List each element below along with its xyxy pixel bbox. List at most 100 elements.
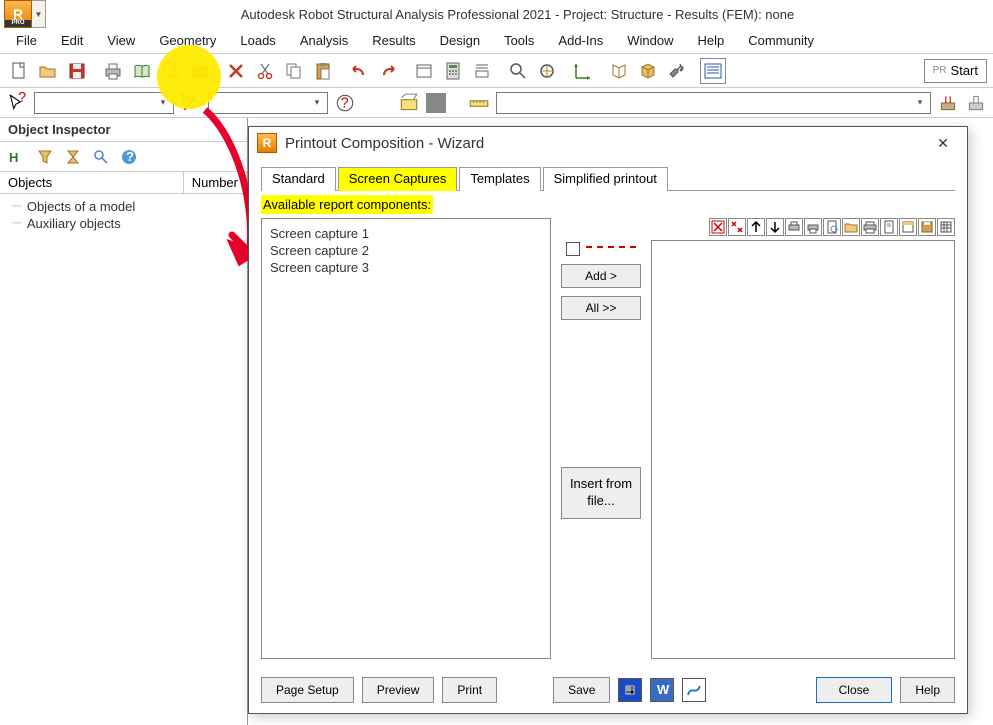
menu-analysis[interactable]: Analysis [288, 30, 360, 51]
book-icon[interactable] [129, 58, 155, 84]
tab-simplified[interactable]: Simplified printout [543, 167, 668, 191]
undo-icon[interactable] [346, 58, 372, 84]
bar-selection-icon[interactable] [180, 92, 202, 114]
help-button[interactable]: Help [900, 677, 955, 703]
table-icon[interactable] [937, 218, 955, 236]
paste-icon[interactable] [310, 58, 336, 84]
copy-icon[interactable] [281, 58, 307, 84]
preview-page-icon[interactable] [823, 218, 841, 236]
close-button[interactable]: Close [816, 677, 893, 703]
menu-loads[interactable]: Loads [228, 30, 287, 51]
list-item[interactable]: Screen capture 3 [270, 259, 542, 276]
wrench-icon[interactable] [664, 58, 690, 84]
tab-screen-captures[interactable]: Screen Captures [338, 167, 458, 191]
print-icon[interactable] [100, 58, 126, 84]
menu-help[interactable]: Help [685, 30, 736, 51]
selected-components-list[interactable] [651, 240, 955, 659]
add-button[interactable]: Add > [561, 264, 641, 288]
menu-file[interactable]: File [4, 30, 49, 51]
page-setup-button[interactable]: Page Setup [261, 677, 354, 703]
selection-combo-1[interactable]: ▾ [34, 92, 174, 114]
save-icon[interactable] [64, 58, 90, 84]
selection-toolbar: ? ▾ ▾ ? ▾ [0, 88, 993, 118]
tool-b-icon[interactable] [965, 92, 987, 114]
title-dropdown[interactable]: ▼ [32, 0, 46, 28]
print-icon[interactable] [785, 218, 803, 236]
save-button[interactable]: Save [553, 677, 610, 703]
disk-icon[interactable] [918, 218, 936, 236]
axis-icon[interactable] [570, 58, 596, 84]
remove-all-icon[interactable] [728, 218, 746, 236]
structure-icon[interactable] [606, 58, 632, 84]
all-button[interactable]: All >> [561, 296, 641, 320]
section-icon[interactable]: ? [334, 92, 356, 114]
remove-icon[interactable] [709, 218, 727, 236]
tab-standard[interactable]: Standard [261, 167, 336, 191]
list-icon[interactable] [700, 58, 726, 84]
calc-icon[interactable] [440, 58, 466, 84]
app-icon[interactable]: R [4, 0, 32, 28]
cut-icon[interactable] [252, 58, 278, 84]
export-word-icon[interactable]: W [650, 678, 674, 702]
preview-button[interactable]: Preview [362, 677, 435, 703]
zoom-extent-icon[interactable] [534, 58, 560, 84]
print-button[interactable]: Print [442, 677, 497, 703]
cube-icon[interactable] [635, 58, 661, 84]
funnel-icon[interactable] [36, 148, 54, 166]
start-button[interactable]: PRStart [924, 59, 987, 83]
selection-combo-2[interactable]: ▾ [208, 92, 328, 114]
move-down-icon[interactable] [766, 218, 784, 236]
redo-icon[interactable] [375, 58, 401, 84]
title-bar: R ▼ Autodesk Robot Structural Analysis P… [0, 0, 993, 28]
dialog-footer: Page Setup Preview Print Save W Close He… [249, 667, 967, 713]
grid-icon[interactable] [398, 92, 420, 114]
hourglass-icon[interactable] [64, 148, 82, 166]
delete-icon[interactable] [223, 58, 249, 84]
open-file-icon[interactable] [842, 218, 860, 236]
tab-templates[interactable]: Templates [459, 167, 540, 191]
menu-geometry[interactable]: Geometry [147, 30, 228, 51]
checkbox[interactable] [566, 242, 580, 256]
search-doc-icon[interactable] [158, 58, 184, 84]
list-item[interactable]: Screen capture 1 [270, 225, 542, 242]
menu-community[interactable]: Community [736, 30, 826, 51]
menu-results[interactable]: Results [360, 30, 427, 51]
fill-icon[interactable] [426, 93, 446, 113]
menu-addins[interactable]: Add-Ins [546, 30, 615, 51]
menu-view[interactable]: View [95, 30, 147, 51]
measure-icon[interactable] [468, 92, 490, 114]
menu-window[interactable]: Window [615, 30, 685, 51]
layers-icon[interactable] [469, 58, 495, 84]
col-number[interactable]: Number [184, 172, 247, 193]
export-curve-icon[interactable] [682, 678, 706, 702]
export-1-icon[interactable] [618, 678, 642, 702]
tree-item[interactable]: ┈┈Auxiliary objects [12, 215, 247, 232]
inspector-columns: Objects Number [0, 172, 247, 194]
header-icon[interactable] [899, 218, 917, 236]
menu-design[interactable]: Design [428, 30, 492, 51]
new-icon[interactable] [6, 58, 32, 84]
components-list[interactable]: Screen capture 1 Screen capture 2 Screen… [261, 218, 551, 659]
window-icon[interactable] [411, 58, 437, 84]
page-icon[interactable] [880, 218, 898, 236]
open-icon[interactable] [35, 58, 61, 84]
profile-combo[interactable]: ▾ [496, 92, 931, 114]
col-objects[interactable]: Objects [0, 172, 184, 193]
list-item[interactable]: Screen capture 2 [270, 242, 542, 259]
help-icon[interactable]: ? [120, 148, 138, 166]
move-up-icon[interactable] [747, 218, 765, 236]
print2-icon[interactable] [804, 218, 822, 236]
print-all-icon[interactable] [861, 218, 879, 236]
search-icon[interactable] [92, 148, 110, 166]
divider-option[interactable] [566, 242, 636, 256]
selection-icon[interactable]: ? [6, 92, 28, 114]
menu-edit[interactable]: Edit [49, 30, 95, 51]
zoom-icon[interactable] [505, 58, 531, 84]
tree-item[interactable]: ┈┈Objects of a model [12, 198, 247, 215]
menu-tools[interactable]: Tools [492, 30, 546, 51]
insert-from-file-button[interactable]: Insert from file... [561, 467, 641, 519]
tool-a-icon[interactable] [937, 92, 959, 114]
camera-icon[interactable] [187, 58, 213, 84]
filter-h-icon[interactable]: H [8, 148, 26, 166]
close-icon[interactable]: ✕ [927, 131, 959, 155]
